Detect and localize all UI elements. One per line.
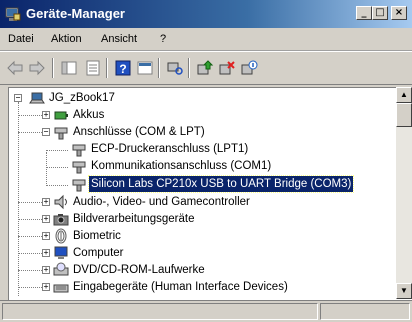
title-bar[interactable]: Geräte-Manager _ □ × xyxy=(0,0,412,28)
root-label: JG_zBook17 xyxy=(49,92,115,104)
status-pane-secondary xyxy=(320,303,410,320)
anschluesse-collapse-toggle[interactable]: − xyxy=(42,128,50,136)
tree-item-label: DVD/CD-ROM-Laufwerke xyxy=(73,264,205,276)
arrow-down-icon: ▼ xyxy=(400,286,408,295)
tree-item-label: Anschlüsse (COM & LPT) xyxy=(73,126,205,138)
tree-item-audio[interactable]: Audio-, Video- und Gamecontroller xyxy=(53,194,313,210)
svg-text:?: ? xyxy=(119,62,126,76)
tree-connector xyxy=(46,167,68,168)
imaging-expand-toggle[interactable]: + xyxy=(42,215,50,223)
speaker-icon xyxy=(54,194,67,210)
tree-root[interactable]: JG_zBook17 xyxy=(29,90,229,106)
audio-expand-toggle[interactable]: + xyxy=(42,198,50,206)
console-tree-icon[interactable] xyxy=(60,59,78,77)
tree-item-akkus[interactable]: Akkus xyxy=(53,107,253,123)
camera-icon xyxy=(53,214,69,226)
tree-item-ecp-lpt1[interactable]: ECP-Druckeranschluss (LPT1) xyxy=(71,141,301,157)
tree-item-hid[interactable]: Eingabegeräte (Human Interface Devices) xyxy=(53,279,353,295)
toolbar: ? xyxy=(0,51,412,85)
toolbar-separator xyxy=(106,58,108,78)
tree-connector xyxy=(46,150,68,151)
tree-item-computer[interactable]: Computer xyxy=(53,245,253,261)
biometric-expand-toggle[interactable]: + xyxy=(42,232,50,240)
tree-item-label: Audio-, Video- und Gamecontroller xyxy=(73,196,250,208)
tree-connector xyxy=(46,185,68,186)
tree-connector xyxy=(18,202,42,203)
port-connector-icon xyxy=(72,179,86,192)
device-tree[interactable]: − JG_zBook17 + Akkus − Anschlüsse (COM &… xyxy=(8,87,412,300)
monitor-icon xyxy=(54,246,68,259)
disc-drive-icon xyxy=(53,262,69,276)
window-title: Geräte-Manager xyxy=(26,6,125,21)
device-manager-app-icon xyxy=(5,7,21,21)
menu-bar: Datei Aktion Ansicht ? xyxy=(0,28,412,51)
tree-connector xyxy=(18,115,42,116)
toolbar-separator xyxy=(188,58,190,78)
fingerprint-icon xyxy=(55,228,67,244)
dvd-expand-toggle[interactable]: + xyxy=(42,266,50,274)
toolbar-separator xyxy=(52,58,54,78)
tree-item-com1[interactable]: Kommunikationsanschluss (COM1) xyxy=(71,158,321,174)
hid-expand-toggle[interactable]: + xyxy=(42,283,50,291)
port-connector-icon xyxy=(72,161,86,174)
tree-item-label: Bildverarbeitungsgeräte xyxy=(73,213,195,225)
maximize-icon: □ xyxy=(375,7,385,18)
tree-connector xyxy=(18,219,42,220)
selected-item-label: Silicon Labs CP210x USB to UART Bridge (… xyxy=(87,175,355,193)
laptop-icon xyxy=(29,92,45,104)
tree-connector xyxy=(18,253,42,254)
tree-item-label: ECP-Druckeranschluss (LPT1) xyxy=(91,143,249,155)
scan-hardware-icon[interactable] xyxy=(166,59,184,77)
scroll-thumb[interactable] xyxy=(396,103,412,127)
menu-datei[interactable]: Datei xyxy=(8,33,34,45)
arrow-up-icon: ▲ xyxy=(400,90,408,99)
tree-item-label: Kommunikationsanschluss (COM1) xyxy=(91,160,272,172)
tree-item-biometric[interactable]: Biometric xyxy=(53,228,253,244)
computer-expand-toggle[interactable]: + xyxy=(42,249,50,257)
battery-icon xyxy=(54,111,68,120)
update-driver-icon[interactable] xyxy=(196,59,214,77)
device-manager-window: Geräte-Manager _ □ × Datei Aktion Ansich… xyxy=(0,0,412,322)
tree-item-label: Akkus xyxy=(73,109,105,121)
maximize-button[interactable]: □ xyxy=(372,6,388,20)
tree-connector xyxy=(18,236,42,237)
menu-aktion[interactable]: Aktion xyxy=(51,33,82,45)
menu-ansicht[interactable]: Ansicht xyxy=(101,33,137,45)
port-connector-icon xyxy=(54,127,68,140)
tree-item-label: Biometric xyxy=(73,230,121,242)
close-icon: × xyxy=(394,7,404,18)
properties-icon[interactable] xyxy=(84,59,102,77)
tree-connector xyxy=(18,287,42,288)
tree-item-anschluesse[interactable]: Anschlüsse (COM & LPT) xyxy=(53,124,273,140)
tree-connector xyxy=(18,132,42,133)
tree-connector xyxy=(18,270,42,271)
forward-arrow-icon[interactable] xyxy=(28,59,46,77)
tree-item-dvd[interactable]: DVD/CD-ROM-Laufwerke xyxy=(53,262,273,278)
uninstall-icon[interactable] xyxy=(218,59,236,77)
status-bar xyxy=(0,300,412,322)
tree-item-imaging[interactable]: Bildverarbeitungsgeräte xyxy=(53,211,313,227)
close-button[interactable]: × xyxy=(391,6,407,20)
tree-item-label: Computer xyxy=(73,247,124,259)
back-arrow-icon[interactable] xyxy=(6,59,24,77)
vertical-scrollbar[interactable]: ▲ ▼ xyxy=(396,87,412,299)
akkus-expand-toggle[interactable]: + xyxy=(42,111,50,119)
tree-item-cp210x-com3[interactable]: Silicon Labs CP210x USB to UART Bridge (… xyxy=(71,175,371,193)
keyboard-icon xyxy=(53,284,69,293)
disable-icon[interactable] xyxy=(240,59,258,77)
tree-item-label: Eingabegeräte (Human Interface Devices) xyxy=(73,281,288,293)
scroll-down-button[interactable]: ▼ xyxy=(396,283,412,299)
port-connector-icon xyxy=(72,144,86,157)
toolbar-separator xyxy=(158,58,160,78)
minimize-icon: _ xyxy=(361,7,367,18)
status-pane-main xyxy=(2,303,318,320)
view-icon[interactable] xyxy=(136,59,154,77)
menu-help[interactable]: ? xyxy=(160,33,166,45)
minimize-button[interactable]: _ xyxy=(356,6,372,20)
help-icon[interactable]: ? xyxy=(114,59,132,77)
scroll-up-button[interactable]: ▲ xyxy=(396,87,412,103)
root-collapse-toggle[interactable]: − xyxy=(14,94,22,102)
tree-connector xyxy=(46,152,47,186)
